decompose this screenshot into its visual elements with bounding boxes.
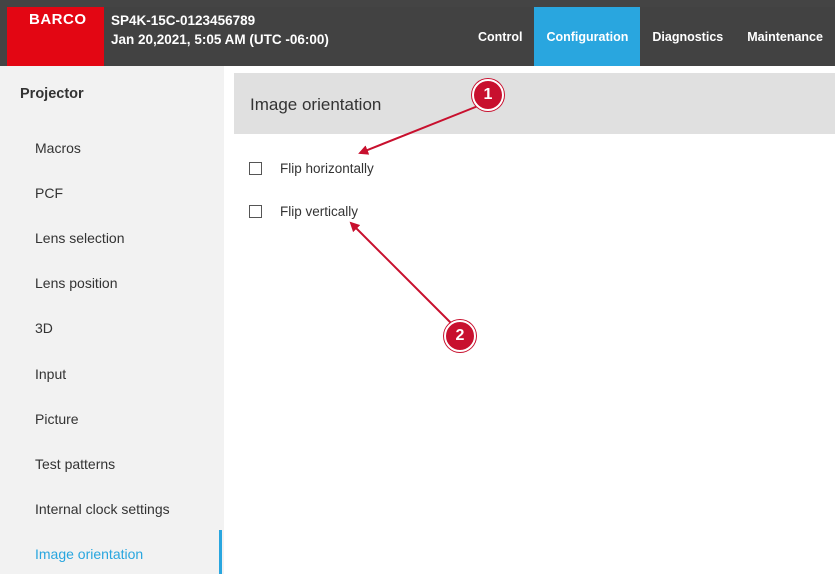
flip-vertically-checkbox[interactable] bbox=[249, 204, 262, 218]
sidebar: Projector Macros PCF Lens selection Lens… bbox=[0, 66, 224, 574]
top-bar: BARCO SP4K-15C-0123456789 Jan 20,2021, 5… bbox=[0, 0, 835, 66]
flip-vertically-option[interactable]: Flip vertically bbox=[249, 201, 358, 221]
panel-header: Image orientation bbox=[234, 73, 835, 134]
main-nav: Control Configuration Diagnostics Mainte… bbox=[466, 7, 835, 66]
flip-horizontally-option[interactable]: Flip horizontally bbox=[249, 158, 374, 178]
sidebar-item-lens-position[interactable]: Lens position bbox=[35, 275, 118, 291]
tab-diagnostics[interactable]: Diagnostics bbox=[640, 7, 735, 66]
brand-logo-text: BARCO bbox=[29, 11, 87, 28]
sidebar-item-macros[interactable]: Macros bbox=[35, 140, 81, 156]
tab-configuration[interactable]: Configuration bbox=[534, 7, 641, 66]
header-inner: BARCO SP4K-15C-0123456789 Jan 20,2021, 5… bbox=[7, 7, 835, 66]
tab-control[interactable]: Control bbox=[466, 7, 534, 66]
callout-badge-2: 2 bbox=[444, 320, 476, 352]
device-datetime: Jan 20,2021, 5:05 AM (UTC -06:00) bbox=[111, 32, 329, 47]
sidebar-item-picture[interactable]: Picture bbox=[35, 411, 79, 427]
device-info: SP4K-15C-0123456789 Jan 20,2021, 5:05 AM… bbox=[111, 11, 329, 49]
flip-vertically-label: Flip vertically bbox=[280, 203, 359, 219]
sidebar-item-internal-clock-settings[interactable]: Internal clock settings bbox=[35, 501, 170, 517]
tab-maintenance[interactable]: Maintenance bbox=[735, 7, 835, 66]
sidebar-item-pcf[interactable]: PCF bbox=[35, 185, 63, 201]
page-title: Image orientation bbox=[250, 95, 382, 114]
callout-2-arrow bbox=[349, 221, 454, 326]
flip-horizontally-checkbox[interactable] bbox=[249, 161, 262, 175]
brand-logo: BARCO bbox=[7, 7, 104, 66]
flip-horizontally-label: Flip horizontally bbox=[280, 160, 374, 176]
sidebar-title: Projector bbox=[20, 86, 84, 102]
sidebar-item-3d[interactable]: 3D bbox=[35, 320, 53, 336]
sidebar-active-indicator bbox=[219, 530, 222, 574]
sidebar-item-lens-selection[interactable]: Lens selection bbox=[35, 230, 125, 246]
device-name: SP4K-15C-0123456789 bbox=[111, 13, 256, 28]
sidebar-item-test-patterns[interactable]: Test patterns bbox=[35, 456, 115, 472]
sidebar-item-image-orientation[interactable]: Image orientation bbox=[35, 546, 143, 562]
sidebar-item-input[interactable]: Input bbox=[35, 366, 66, 382]
callout-badge-1: 1 bbox=[472, 79, 504, 111]
